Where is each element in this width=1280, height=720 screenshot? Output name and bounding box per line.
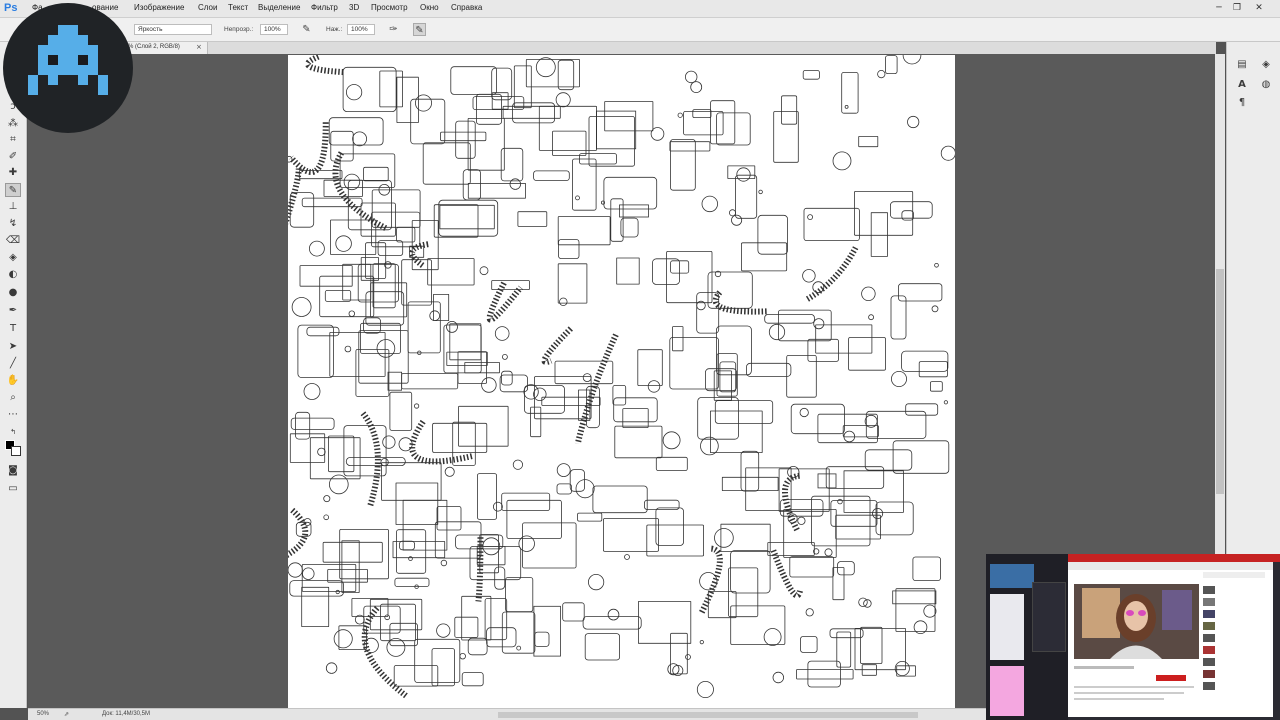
blur-icon[interactable]: ◐	[5, 268, 21, 282]
pressure-size-icon[interactable]: ✎	[413, 23, 426, 36]
clone-stamp-icon[interactable]: ⊥	[5, 200, 21, 214]
path-select-icon[interactable]: ➤	[5, 340, 21, 354]
airbrush-icon[interactable]: ✑	[387, 23, 400, 36]
pip-related-thumb	[1203, 658, 1215, 666]
eyedropper-icon[interactable]: ✐	[5, 150, 21, 164]
document-tab-label: % (Слой 2, RGB/8)	[128, 44, 180, 50]
dodge-icon[interactable]: ●	[5, 286, 21, 300]
line-shape-icon[interactable]: ╱	[5, 357, 21, 371]
hand-icon[interactable]: ✋	[5, 374, 21, 388]
document-tab-bar: % (Слой 2, RGB/8) ×	[28, 42, 1216, 54]
pip-panel	[990, 594, 1024, 660]
zoom-level[interactable]: 50%	[37, 711, 49, 717]
healing-brush-icon[interactable]: ✚	[5, 166, 21, 180]
pen-icon[interactable]: ✒	[5, 304, 21, 318]
pip-subscribe-button	[1156, 675, 1186, 681]
pip-related-thumb	[1203, 682, 1215, 690]
pixel-invader-icon	[28, 25, 108, 95]
opacity-input[interactable]: 100%	[260, 24, 288, 35]
pip-description-line	[1074, 686, 1194, 688]
pip-related-thumb	[1203, 670, 1215, 678]
pip-address-bar	[1068, 562, 1273, 570]
stream-logo-overlay	[3, 3, 133, 133]
quick-mask-icon[interactable]: ◙	[5, 464, 21, 478]
swap-colors-icon[interactable]: ↰	[5, 425, 21, 439]
pip-title-line	[1074, 666, 1134, 669]
properties-icon[interactable]: ▤	[1235, 58, 1249, 72]
pip-pink-block	[990, 666, 1024, 716]
menu-window[interactable]: Окно	[420, 3, 439, 12]
pip-dark-panel	[1032, 582, 1066, 652]
crop-icon[interactable]: ⌗	[5, 133, 21, 147]
screen-mode-icon[interactable]: ▭	[5, 482, 21, 496]
more-tools-icon[interactable]: ⋯	[5, 408, 21, 422]
menu-layers[interactable]: Слои	[198, 3, 217, 12]
document-info: Док: 11,4M/30,5M	[102, 711, 150, 717]
paint-bucket-icon[interactable]: ◈	[5, 251, 21, 265]
pip-person-image	[1074, 584, 1199, 659]
close-icon[interactable]: ✕	[1250, 1, 1268, 15]
layers-icon[interactable]: ◈	[1259, 58, 1273, 72]
photoshop-window: Ps Фа ование Изображение Слои Текст Выде…	[0, 0, 1280, 720]
channels-icon[interactable]: ◍	[1259, 78, 1273, 92]
pip-browser-tabs	[1068, 554, 1280, 562]
menu-view[interactable]: Просмотр	[371, 3, 408, 12]
blend-mode-select[interactable]: Яркость	[134, 24, 212, 35]
pip-related-thumb	[1203, 634, 1215, 642]
menu-image[interactable]: Изображение	[134, 3, 184, 12]
brush-icon[interactable]: ✎	[5, 183, 21, 197]
zoom-icon[interactable]: ⌕	[5, 391, 21, 405]
pip-browser-window	[1068, 562, 1273, 717]
vertical-scroll-thumb[interactable]	[1216, 269, 1224, 494]
flow-input[interactable]: 100%	[347, 24, 375, 35]
pip-related-thumb	[1203, 610, 1215, 618]
background-color-swatch[interactable]	[11, 446, 21, 456]
document-canvas[interactable]	[288, 55, 955, 708]
pip-sidebar-header	[1203, 572, 1265, 578]
history-brush-icon[interactable]: ↯	[5, 217, 21, 231]
menu-3d[interactable]: 3D	[349, 3, 359, 12]
pip-description-line	[1074, 692, 1184, 694]
pip-related-thumb	[1203, 622, 1215, 630]
opacity-label: Непрозр.:	[224, 26, 254, 33]
pip-video-frame	[1074, 584, 1199, 659]
pressure-opacity-icon[interactable]: ✎	[300, 23, 313, 36]
tools-panel: ↄ ⁂ ⌗ ✐ ✚ ✎ ⊥ ↯ ⌫ ◈ ◐ ● ✒ T ➤ ╱ ✋ ⌕ ⋯ ↰ …	[0, 42, 27, 708]
pip-related-thumb	[1203, 646, 1215, 654]
menu-help[interactable]: Справка	[451, 3, 482, 12]
pip-description-line	[1074, 698, 1164, 700]
tab-close-icon[interactable]: ×	[196, 43, 202, 51]
horizontal-scroll-thumb[interactable]	[498, 712, 918, 718]
pip-related-thumb	[1203, 598, 1215, 606]
minimize-icon[interactable]: ─	[1210, 1, 1228, 15]
eraser-icon[interactable]: ⌫	[5, 234, 21, 248]
menu-type[interactable]: Текст	[228, 3, 248, 12]
flow-label: Наж.:	[326, 26, 343, 33]
pip-related-thumb	[1203, 586, 1215, 594]
pip-thumbnail	[990, 564, 1034, 588]
type-tool-icon[interactable]: T	[5, 322, 21, 336]
webcam-overlay	[986, 554, 1280, 720]
paragraph-icon[interactable]: ¶	[1235, 96, 1249, 110]
pip-side-app	[986, 554, 1068, 720]
share-icon[interactable]: ⇗	[64, 711, 69, 718]
menu-filter[interactable]: Фильтр	[311, 3, 338, 12]
menu-select[interactable]: Выделение	[258, 3, 300, 12]
menu-bar: Ps Фа ование Изображение Слои Текст Выде…	[0, 0, 1280, 18]
character-icon[interactable]: A	[1235, 78, 1249, 92]
restore-icon[interactable]: ❐	[1228, 1, 1246, 15]
line-art-drawing	[288, 55, 955, 700]
options-bar: Яркость Непрозр.: 100% ✎ Наж.: 100% ✑ ✎	[0, 18, 1280, 42]
